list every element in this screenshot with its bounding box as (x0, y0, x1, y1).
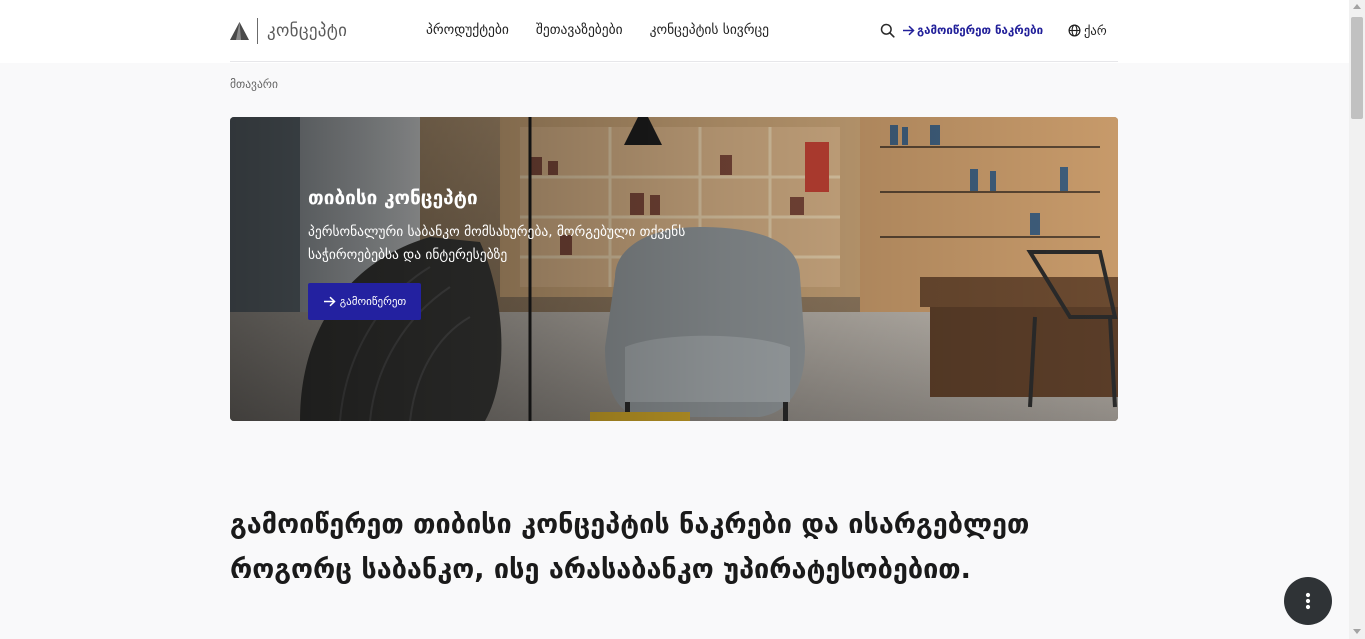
hero-subscribe-label: გამოიწერეთ (339, 295, 407, 308)
logo[interactable]: კონცეპტი (230, 18, 347, 44)
site-header: კონცეპტი პროდუქტები შეთავაზებები კონცეპტ… (0, 0, 1349, 63)
logo-mark-icon (230, 22, 249, 40)
nav-item-offers[interactable]: შეთავაზებები (536, 22, 623, 38)
scroll-down-arrow-icon[interactable] (1353, 629, 1361, 634)
page-scrollbar[interactable] (1349, 0, 1365, 639)
breadcrumb-home[interactable]: მთავარი (230, 77, 278, 91)
arrow-right-icon (903, 25, 915, 35)
page-headline: გამოიწერეთ თიბისი კონცეპტის ნაკრები და ი… (230, 509, 1030, 585)
language-label: ქარ (1084, 23, 1107, 38)
search-icon[interactable] (880, 23, 895, 38)
hero-background-image (230, 117, 1118, 421)
header-inner: კონცეპტი პროდუქტები შეთავაზებები კონცეპტ… (230, 0, 1118, 62)
order-package-label: გამოიწერეთ ნაკრები (917, 23, 1044, 37)
order-package-link[interactable]: გამოიწერეთ ნაკრები (902, 23, 1043, 37)
logo-text: კონცეპტი (267, 21, 348, 41)
hero-banner: თიბისი კონცეპტი პერსონალური საბანკო მომს… (230, 117, 1118, 421)
nav-item-products[interactable]: პროდუქტები (426, 22, 509, 38)
hero-description: პერსონალური საბანკო მომსახურება, მორგებუ… (308, 224, 686, 263)
nav-item-concept-space[interactable]: კონცეპტის სივრცე (650, 22, 769, 38)
hero-title: თიბისი კონცეპტი (308, 187, 478, 209)
more-options-button[interactable] (1284, 577, 1332, 625)
scroll-up-arrow-icon[interactable] (1353, 4, 1361, 9)
arrow-right-icon (323, 296, 336, 307)
scrollbar-thumb[interactable] (1351, 17, 1363, 119)
globe-icon (1068, 24, 1081, 37)
language-switcher[interactable]: ქარ (1068, 23, 1107, 38)
main-nav: პროდუქტები შეთავაზებები კონცეპტის სივრცე (426, 22, 769, 38)
more-vertical-icon (1305, 592, 1311, 610)
logo-separator (257, 18, 258, 44)
hero-subscribe-button[interactable]: გამოიწერეთ (308, 283, 421, 320)
